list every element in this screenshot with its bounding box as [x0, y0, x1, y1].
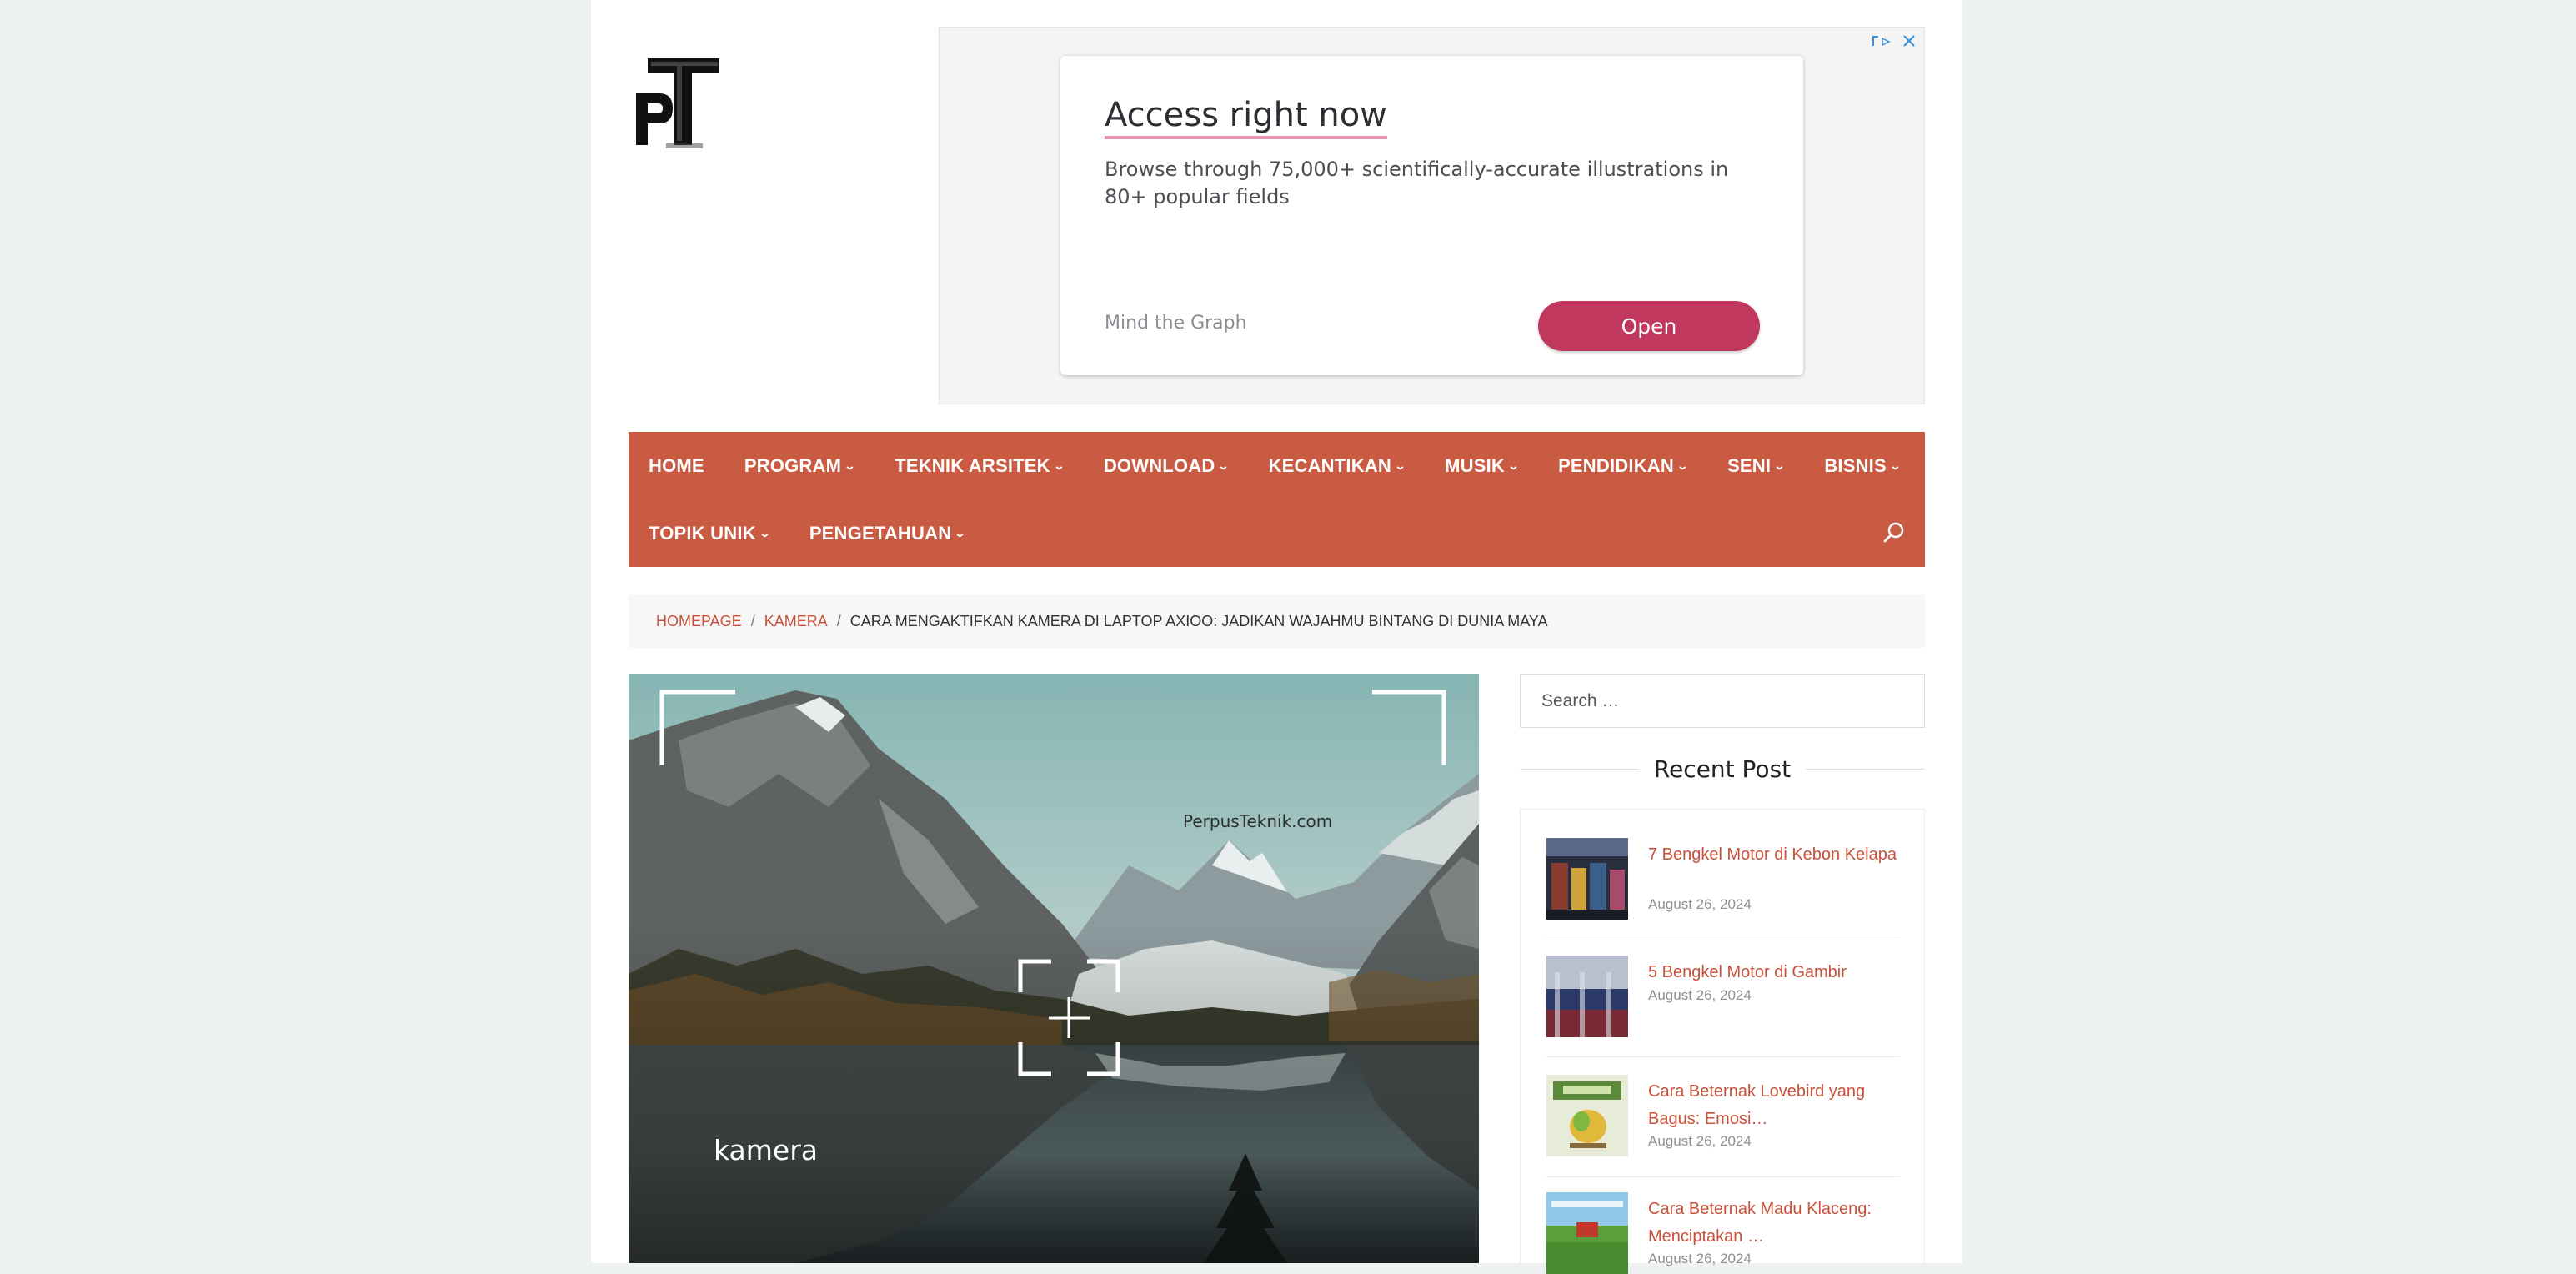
chevron-down-icon: ⌄ — [954, 526, 967, 539]
ad-controls — [1871, 31, 1917, 51]
recent-post-list: 7 Bengkel Motor di Kebon Kelapa August 2… — [1520, 809, 1925, 1274]
nav-item-label: TEKNIK ARSITEK — [895, 454, 1050, 476]
post-date: August 26, 2024 — [1648, 1251, 1752, 1266]
recent-post-heading: Recent Post — [1520, 752, 1926, 785]
ad-open-button[interactable]: Open — [1538, 301, 1760, 351]
post-title[interactable]: 5 Bengkel Motor di Gambir — [1648, 959, 1898, 986]
site-logo[interactable] — [628, 53, 726, 152]
nav-item-label: PENDIDIKAN — [1558, 454, 1674, 476]
page-container: Access right now Browse through 75,000+ … — [591, 0, 1962, 1274]
nav-item-label: MUSIK — [1445, 454, 1505, 476]
mountain-lake-image — [629, 674, 1479, 1263]
nav-item-label: PROGRAM — [744, 454, 842, 476]
ad-headline[interactable]: Access right now — [1105, 94, 1387, 139]
nav-item-teknik-arsitek[interactable]: TEKNIK ARSITEK ⌄ — [875, 455, 1084, 477]
breadcrumb-separator: / — [836, 612, 841, 629]
breadcrumb-separator: / — [750, 612, 755, 629]
post-thumbnail[interactable] — [1546, 956, 1628, 1037]
nav-row-secondary: TOPIK UNIK ⌄ PENGETAHUAN ⌄ — [629, 499, 985, 567]
search-icon[interactable] — [1882, 520, 1907, 545]
adchoices-icon[interactable] — [1871, 33, 1896, 48]
recent-post-title: Recent Post — [1653, 755, 1792, 783]
nav-item-label: BISNIS — [1824, 454, 1887, 476]
chevron-down-icon: ⌄ — [1889, 459, 1902, 472]
nav-item-label: KECANTIKAN — [1268, 454, 1391, 476]
nav-item-topik-unik[interactable]: TOPIK UNIK ⌄ — [629, 523, 789, 544]
nav-item-pengetahuan[interactable]: PENGETAHUAN ⌄ — [789, 523, 985, 544]
nav-item-label: DOWNLOAD — [1103, 454, 1215, 476]
post-divider — [1546, 1176, 1900, 1177]
nav-item-musik[interactable]: MUSIK ⌄ — [1425, 455, 1538, 477]
heading-divider — [1806, 768, 1926, 770]
breadcrumb-current: CARA MENGAKTIFKAN KAMERA DI LAPTOP AXIOO… — [849, 612, 1548, 629]
chevron-down-icon: ⌄ — [1773, 459, 1786, 472]
chevron-down-icon: ⌄ — [1053, 459, 1065, 472]
nav-item-kecantikan[interactable]: KECANTIKAN ⌄ — [1249, 455, 1426, 477]
post-date: August 26, 2024 — [1648, 987, 1752, 1003]
breadcrumb: HOMEPAGE / KAMERA / CARA MENGAKTIFKAN KA… — [629, 594, 1925, 648]
chevron-down-icon: ⌄ — [1676, 459, 1689, 472]
chevron-down-icon: ⌄ — [844, 459, 856, 472]
breadcrumb-home[interactable]: HOMEPAGE — [656, 613, 742, 630]
nav-item-label: TOPIK UNIK — [649, 522, 756, 544]
image-caption: kamera — [714, 1134, 818, 1166]
nav-item-download[interactable]: DOWNLOAD ⌄ — [1084, 455, 1249, 477]
post-title[interactable]: 7 Bengkel Motor di Kebon Kelapa — [1648, 841, 1898, 869]
close-icon[interactable] — [1901, 33, 1917, 49]
breadcrumb-category[interactable]: KAMERA — [764, 613, 828, 630]
nav-item-label: HOME — [649, 454, 704, 476]
chevron-down-icon: ⌄ — [759, 526, 771, 539]
post-thumbnail[interactable] — [1546, 838, 1628, 920]
featured-image: PerpusTeknik.com kamera — [629, 674, 1479, 1263]
heading-divider — [1520, 768, 1639, 770]
ad-card[interactable]: Access right now Browse through 75,000+ … — [1060, 56, 1803, 375]
chevron-down-icon: ⌄ — [1394, 459, 1406, 472]
nav-item-seni[interactable]: SENI ⌄ — [1707, 455, 1804, 477]
chevron-down-icon: ⌄ — [1507, 459, 1520, 472]
main-navigation: HOME PROGRAM ⌄ TEKNIK ARSITEK ⌄ DOWNLOAD ⌄ KECA… — [629, 432, 1925, 567]
ad-description: Browse through 75,000+ scientifically-ac… — [1105, 158, 1729, 208]
post-divider — [1546, 1056, 1900, 1057]
nav-row-primary: HOME PROGRAM ⌄ TEKNIK ARSITEK ⌄ DOWNLOAD ⌄ KECA… — [629, 432, 1920, 499]
nav-item-program[interactable]: PROGRAM ⌄ — [724, 455, 875, 477]
post-date: August 26, 2024 — [1648, 1133, 1752, 1149]
image-watermark: PerpusTeknik.com — [1183, 811, 1333, 831]
ad-advertiser: Mind the Graph — [1105, 313, 1247, 334]
advertisement: Access right now Browse through 75,000+ … — [939, 27, 1925, 404]
chevron-down-icon: ⌄ — [1217, 459, 1230, 472]
sidebar-search — [1520, 674, 1925, 728]
post-title[interactable]: Cara Beternak Lovebird yang Bagus: Emosi… — [1648, 1078, 1898, 1133]
nav-item-label: SENI — [1727, 454, 1772, 476]
post-date: August 26, 2024 — [1648, 896, 1752, 912]
post-thumbnail[interactable] — [1546, 1075, 1628, 1156]
nav-item-pendidikan[interactable]: PENDIDIKAN ⌄ — [1538, 455, 1707, 477]
post-title[interactable]: Cara Beternak Madu Klaceng: Menciptakan … — [1648, 1196, 1898, 1251]
nav-item-bisnis[interactable]: BISNIS ⌄ — [1804, 455, 1920, 477]
search-input[interactable] — [1521, 675, 1924, 727]
nav-item-home[interactable]: HOME — [629, 455, 724, 477]
post-thumbnail[interactable] — [1546, 1192, 1628, 1274]
nav-item-label: PENGETAHUAN — [809, 522, 952, 544]
